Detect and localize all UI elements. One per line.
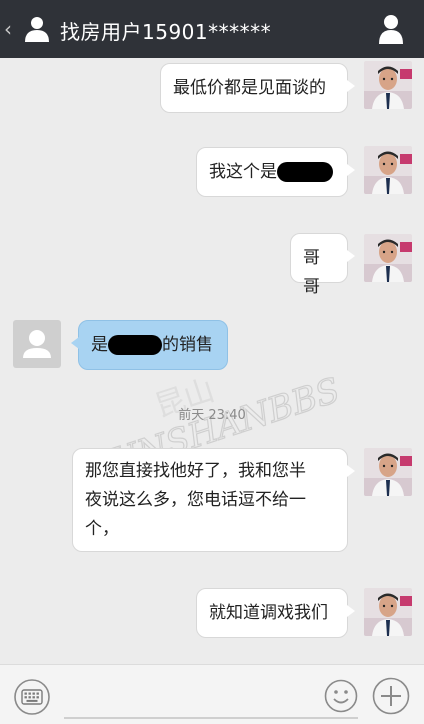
avatar[interactable] <box>364 61 412 109</box>
message-line: 那您直接找他好了，我和您半 <box>85 461 306 481</box>
input-bar <box>0 664 424 724</box>
avatar[interactable] <box>364 146 412 194</box>
message-line: 夜说这么多，您电话逗不给一 <box>85 490 306 510</box>
default-avatar-icon <box>23 330 51 358</box>
message-bubble[interactable]: 是 的销售 <box>71 320 228 370</box>
message-text: 的销售 <box>162 335 213 355</box>
message-text: 我这个是 <box>209 162 277 182</box>
message-text: 最低价都是见面谈的 <box>173 78 326 98</box>
message-text: 是 <box>91 335 108 355</box>
message-bubble[interactable]: 哥哥 <box>290 233 355 297</box>
redaction-mark <box>277 162 333 182</box>
contact-avatar[interactable] <box>13 320 61 368</box>
avatar[interactable] <box>364 448 412 496</box>
message-bubble[interactable]: 最低价都是见面谈的 <box>160 63 355 113</box>
message-line: 个， <box>85 519 119 539</box>
back-icon[interactable]: ‹ <box>4 17 12 41</box>
message-bubble[interactable]: 那您直接找他好了，我和您半 夜说这么多，您电话逗不给一 个， <box>72 448 355 552</box>
message-text: 就知道调戏我们 <box>209 603 328 623</box>
timestamp: 前天 23:40 <box>178 408 246 423</box>
plus-icon[interactable] <box>372 677 410 715</box>
message-text: 哥哥 <box>303 248 320 297</box>
redaction-mark <box>108 335 162 355</box>
chat-title: 找房用户15901****** <box>60 20 272 44</box>
keyboard-icon[interactable] <box>14 679 50 715</box>
emoji-icon[interactable] <box>324 679 358 713</box>
chat-area[interactable]: 最低价都是见面谈的 我这个是 哥哥 昆山 KUNSHANBBS 是的销售 前天 … <box>0 58 424 664</box>
profile-icon[interactable] <box>378 14 404 44</box>
message-input[interactable] <box>64 717 358 719</box>
contact-person-icon <box>25 17 49 42</box>
message-bubble[interactable]: 我这个是 <box>196 147 355 197</box>
message-bubble[interactable]: 就知道调戏我们 <box>196 588 355 638</box>
top-bar: ‹ 找房用户15901****** <box>0 0 424 58</box>
avatar[interactable] <box>364 234 412 282</box>
avatar[interactable] <box>364 588 412 636</box>
